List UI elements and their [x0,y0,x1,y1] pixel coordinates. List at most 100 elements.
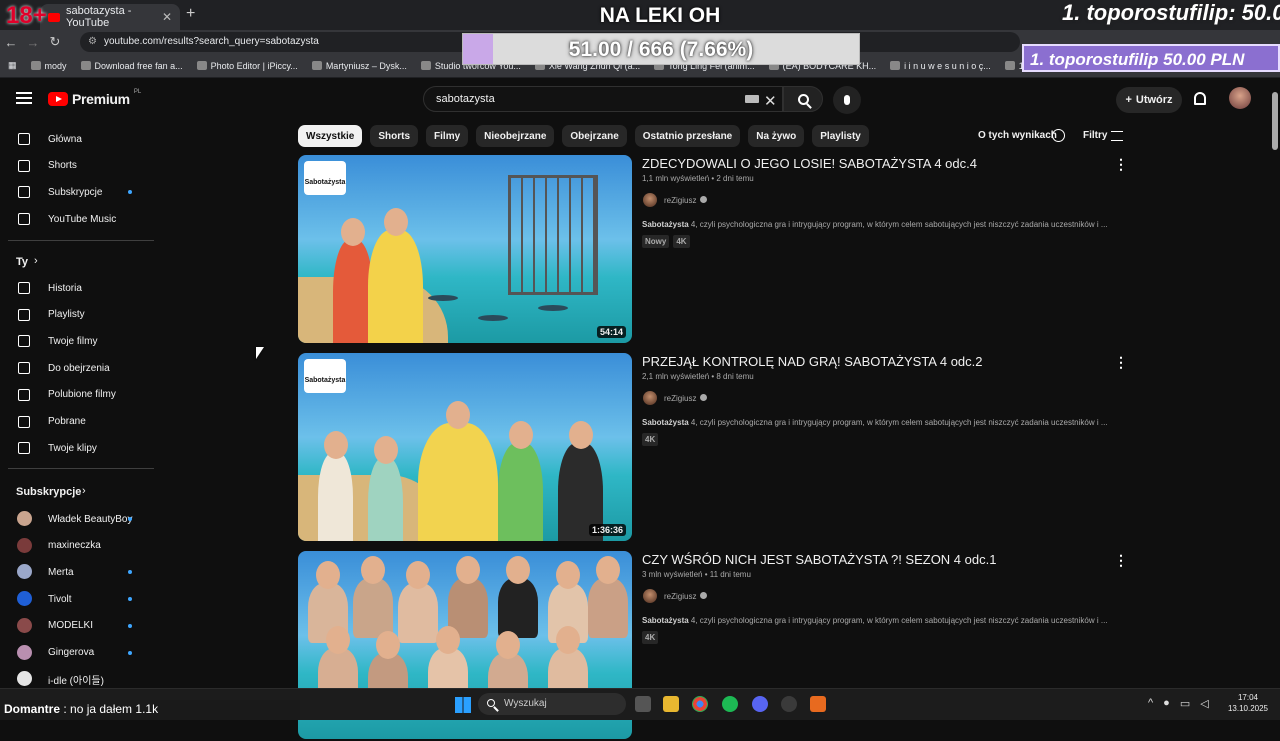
chip-0[interactable]: Wszystkie [298,125,363,147]
search-button[interactable] [783,86,823,112]
sidebar-subscription-item[interactable]: Merta [0,559,150,585]
taskbar-search[interactable]: Wyszukaj [478,693,626,715]
scrollbar-thumb[interactable] [1272,92,1278,150]
create-button[interactable]: + Utwórz [1116,87,1182,113]
thumbnail-person [398,583,438,643]
top-donor-text: 1. toporostufilip: 50.0 [1062,0,1280,25]
channel-name[interactable]: reZigiusz [664,196,696,205]
reload-icon[interactable]: ↻ [44,34,66,50]
goal-progress-text: 51.00 / 666 (7.66%) [568,38,754,61]
sidebar-subscription-item[interactable]: maxineczka [0,533,150,559]
channel-avatar[interactable] [643,193,657,207]
chip-2[interactable]: Filmy [426,125,469,147]
show-logo: Sabotażysta [304,359,346,393]
sidebar-subscription-item[interactable]: Władek BeautyBoy [0,506,150,532]
voice-search-button[interactable] [833,86,861,114]
thumbnail-face [376,631,400,659]
video-badges: 4K [642,433,659,446]
chip-5[interactable]: Ostatnio przesłane [634,125,741,147]
filters-icon[interactable] [1111,131,1123,141]
tray-chevron-icon[interactable]: ^ [1148,697,1153,710]
bookmark-item[interactable]: Download free fan a... [80,61,183,71]
video-thumbnail[interactable]: Sabotażysta 54:14 [298,155,632,343]
sidebar-you-item-2[interactable]: Twoje filmy [0,328,150,354]
channel-avatar [17,644,32,660]
tray-volume-icon[interactable]: ◁ [1200,697,1208,710]
sidebar-you-item-6[interactable]: Twoje klipy [0,435,150,461]
forward-icon[interactable]: → [22,35,44,50]
file-explorer-icon[interactable] [663,696,679,712]
back-icon[interactable]: ← [0,35,22,50]
channel-name[interactable]: reZigiusz [664,592,696,601]
discord-icon[interactable] [752,696,768,712]
sidebar-subscriptions-header[interactable]: Subskrypcje [16,486,81,498]
windows-start-icon[interactable] [455,697,471,713]
task-view-icon[interactable] [635,696,651,712]
info-icon[interactable] [1052,129,1065,142]
sidebar-you-item-5[interactable]: Pobrane [0,409,150,435]
notifications-bell-icon[interactable] [1194,92,1206,105]
apps-icon[interactable]: ▦ [8,60,17,71]
search-input[interactable]: sabotazysta [423,86,783,112]
bookmark-item[interactable]: i i n u w e s u n i o ç... [890,61,991,71]
tray-network-icon[interactable]: ▭ [1180,697,1190,710]
account-avatar[interactable] [1229,87,1251,109]
channel-avatar[interactable] [643,589,657,603]
channel-avatar[interactable] [643,391,657,405]
create-label: Utwórz [1135,94,1173,106]
sidebar-subscription-item[interactable]: i-dle (아이들) [0,666,150,688]
app-icon[interactable] [810,696,826,712]
video-thumbnail[interactable]: Sabotażysta 1:36:36 [298,353,632,541]
more-options-icon[interactable]: ⋮ [1114,156,1128,173]
chrome-icon[interactable] [692,696,708,712]
video-title[interactable]: PRZEJĄŁ KONTROLĘ NAD GRĄ! SABOTAŻYSTA 4 … [642,354,983,369]
youtube-premium-logo[interactable]: Premium PL [48,89,141,107]
site-info-icon[interactable]: ⚙ [88,36,97,47]
new-content-dot [128,190,132,195]
chip-6[interactable]: Na żywo [748,125,805,147]
video-title[interactable]: ZDECYDOWALI O JEGO LOSIE! SABOTAŻYSTA 4 … [642,156,977,171]
thumbnail-person [368,458,403,541]
sidebar-subscription-item[interactable]: Tivolt [0,586,150,612]
tab-title: sabotazysta - YouTube [66,5,132,29]
chip-3[interactable]: Nieobejrzane [476,125,555,147]
sidebar-item-0[interactable]: Główna [0,126,150,152]
sidebar-you-header[interactable]: Ty [16,256,28,268]
menu-icon[interactable] [16,92,32,104]
channel-name[interactable]: reZigiusz [664,394,696,403]
chip-7[interactable]: Playlisty [812,125,869,147]
video-result[interactable]: Sabotażysta 1:36:36 PRZEJĄŁ KONTROLĘ NAD G… [298,353,1128,543]
keyboard-icon[interactable] [745,95,759,103]
sidebar-subscription-item[interactable]: Gingerova [0,640,150,666]
more-options-icon[interactable]: ⋮ [1114,354,1128,371]
chip-1[interactable]: Shorts [370,125,419,147]
new-tab-button[interactable]: + [186,5,195,23]
bookmark-item[interactable]: mody [30,61,67,71]
browser-tab[interactable]: sabotazysta - YouTube ✕ [40,4,180,30]
sidebar-you-item-4[interactable]: Polubione filmy [0,382,150,408]
sidebar-item-1[interactable]: Shorts [0,153,150,179]
tray-microphone-icon[interactable]: ● [1163,697,1170,710]
bookmark-item[interactable]: Martyniusz – Dysk... [311,61,407,71]
sidebar-you-item-0[interactable]: Historia [0,275,150,301]
about-results-link[interactable]: O tych wynikach [978,130,1057,141]
chip-4[interactable]: Obejrzane [562,125,627,147]
filters-button[interactable]: Filtry [1083,130,1107,141]
clear-search-icon[interactable]: ✕ [764,92,777,110]
sidebar-item-3[interactable]: YouTube Music [0,206,150,232]
more-options-icon[interactable]: ⋮ [1114,552,1128,569]
show-logo: Sabotażysta [304,161,346,195]
scrollbar-track[interactable] [1270,78,1280,688]
sidebar-item-label: maxineczka [48,540,101,552]
spotify-icon[interactable] [722,696,738,712]
bookmark-item[interactable]: Photo Editor | iPiccy... [196,61,298,71]
close-tab-icon[interactable]: ✕ [162,10,172,24]
sidebar-you-item-3[interactable]: Do obejrzenia [0,355,150,381]
sidebar-item-2[interactable]: Subskrypcje [0,179,150,205]
sidebar-subscription-item[interactable]: MODELKI [0,613,150,639]
sidebar-you-item-1[interactable]: Playlisty [0,302,150,328]
obs-icon[interactable] [781,696,797,712]
video-result[interactable]: Sabotażysta 54:14 ZDECYDOWALI O JEGO LOSIE… [298,155,1128,345]
video-title[interactable]: CZY WŚRÓD NICH JEST SABOTAŻYSTA ?! SEZON… [642,552,996,567]
taskbar-clock[interactable]: 17:04 13.10.2025 [1222,692,1274,714]
